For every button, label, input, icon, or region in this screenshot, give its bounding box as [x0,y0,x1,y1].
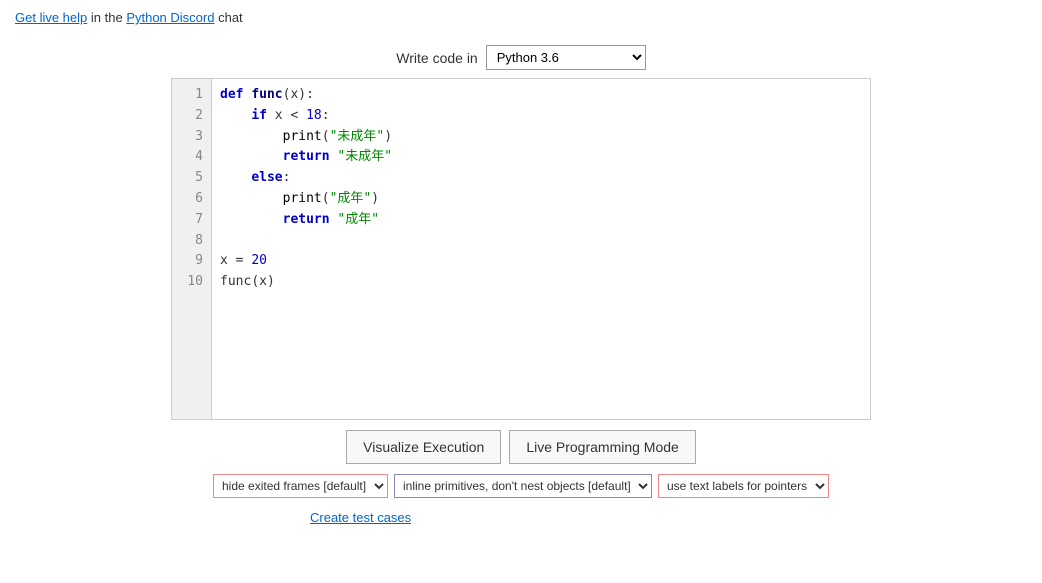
write-code-row: Write code in Python 3.6 [396,45,645,70]
code-content[interactable]: def func(x): if x < 18: print("未成年") ret… [212,79,870,419]
code-editor-container: 1 2 3 4 5 6 7 8 9 10 def func(x): if x <… [171,78,871,420]
python-discord-link[interactable]: Python Discord [126,10,214,25]
line-numbers: 1 2 3 4 5 6 7 8 9 10 [172,79,212,419]
code-area[interactable]: 1 2 3 4 5 6 7 8 9 10 def func(x): if x <… [172,79,870,419]
in-text: in the [91,10,126,25]
create-test-cases-link[interactable]: Create test cases [310,510,411,525]
main-content: Write code in Python 3.6 1 2 3 4 5 6 7 8… [0,35,1042,545]
write-code-label: Write code in [396,50,477,66]
frames-select[interactable]: hide exited frames [default] [213,474,388,498]
language-select[interactable]: Python 3.6 [486,45,646,70]
top-bar: Get live help in the Python Discord chat [0,0,1042,35]
options-row: hide exited frames [default] inline prim… [213,474,829,498]
pointers-select[interactable]: use text labels for pointers [658,474,829,498]
buttons-row: Visualize Execution Live Programming Mod… [346,430,696,464]
chat-text: chat [218,10,243,25]
visualize-execution-button[interactable]: Visualize Execution [346,430,501,464]
primitives-select[interactable]: inline primitives, don't nest objects [d… [394,474,652,498]
get-live-help-link[interactable]: Get live help [15,10,87,25]
live-programming-mode-button[interactable]: Live Programming Mode [509,430,696,464]
